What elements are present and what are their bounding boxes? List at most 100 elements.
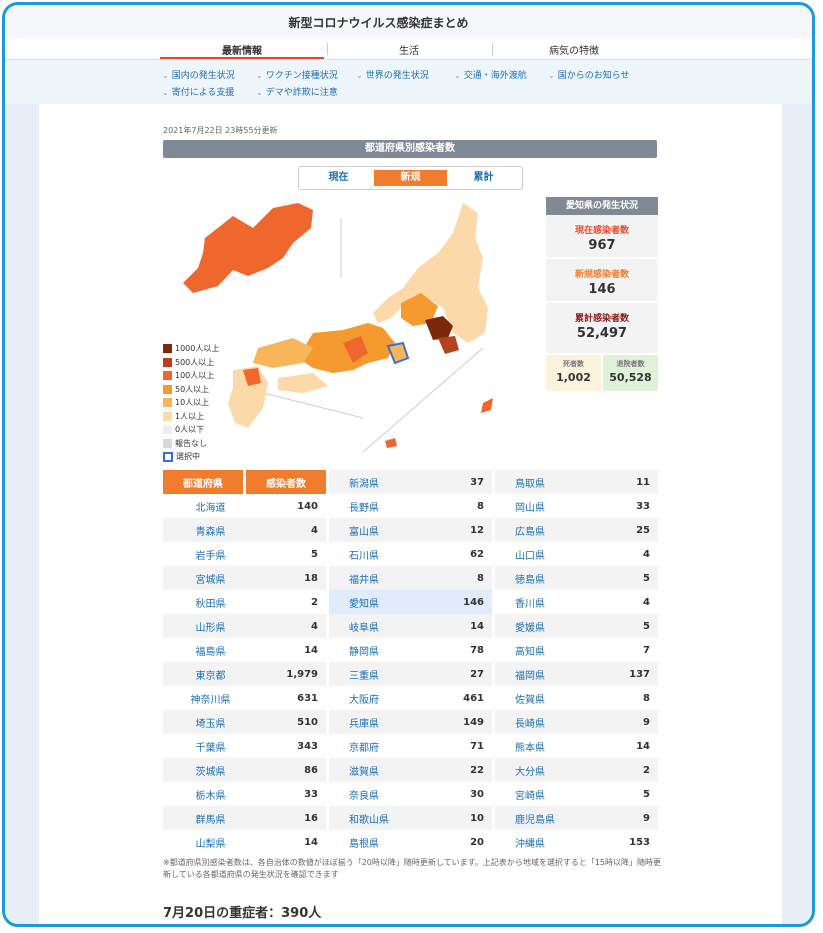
table-row[interactable]: 和歌山県 10 <box>329 806 492 830</box>
table-row[interactable]: 香川県 4 <box>495 590 658 614</box>
prefecture-name[interactable]: 奈良県 <box>329 787 424 802</box>
table-row[interactable]: 福井県 8 <box>329 566 492 590</box>
prefecture-name[interactable]: 福井県 <box>329 571 424 586</box>
sub-nav-travel[interactable]: ⌄ 交通・海外渡航 <box>454 68 527 81</box>
prefecture-name[interactable]: 広島県 <box>495 523 590 538</box>
prefecture-name[interactable]: 三重県 <box>329 667 424 682</box>
table-row[interactable]: 群馬県 16 <box>163 806 326 830</box>
table-row[interactable]: 鳥取県 11 <box>495 470 658 494</box>
prefecture-name[interactable]: 岐阜県 <box>329 619 424 634</box>
table-row[interactable]: 島根県 20 <box>329 830 492 854</box>
table-row[interactable]: 北海道 140 <box>163 494 326 518</box>
table-row[interactable]: 岩手県 5 <box>163 542 326 566</box>
table-row[interactable]: 千葉県 343 <box>163 734 326 758</box>
table-row[interactable]: 富山県 12 <box>329 518 492 542</box>
table-row[interactable]: 兵庫県 149 <box>329 710 492 734</box>
table-row[interactable]: 徳島県 5 <box>495 566 658 590</box>
table-row[interactable]: 滋賀県 22 <box>329 758 492 782</box>
table-row[interactable]: 岡山県 33 <box>495 494 658 518</box>
prefecture-name[interactable]: 滋賀県 <box>329 763 424 778</box>
table-row[interactable]: 岐阜県 14 <box>329 614 492 638</box>
prefecture-name[interactable]: 新潟県 <box>329 475 424 490</box>
prefecture-name[interactable]: 福岡県 <box>495 667 590 682</box>
prefecture-name[interactable]: 千葉県 <box>163 739 258 754</box>
table-row[interactable]: 栃木県 33 <box>163 782 326 806</box>
prefecture-name[interactable]: 山梨県 <box>163 835 258 850</box>
prefecture-name[interactable]: 山形県 <box>163 619 258 634</box>
prefecture-name[interactable]: 埼玉県 <box>163 715 258 730</box>
prefecture-name[interactable]: 鹿児島県 <box>495 811 590 826</box>
sub-nav-domestic[interactable]: ⌄ 国内の発生状況 <box>162 68 235 81</box>
prefecture-name[interactable]: 長野県 <box>329 499 424 514</box>
prefecture-name[interactable]: 大阪府 <box>329 691 424 706</box>
table-row[interactable]: 長野県 8 <box>329 494 492 518</box>
table-row[interactable]: 福岡県 137 <box>495 662 658 686</box>
prefecture-name[interactable]: 福島県 <box>163 643 258 658</box>
prefecture-name[interactable]: 香川県 <box>495 595 590 610</box>
prefecture-name[interactable]: 北海道 <box>163 499 258 514</box>
toggle-new[interactable]: 新規 <box>374 170 447 186</box>
sub-nav-donation[interactable]: ⌄ 寄付による支援 <box>162 85 234 98</box>
toggle-current[interactable]: 現在 <box>301 170 376 186</box>
map-aichi[interactable] <box>386 341 410 365</box>
prefecture-name[interactable]: 富山県 <box>329 523 424 538</box>
tab-disease-features[interactable]: 病気の特徴 <box>492 42 656 57</box>
table-row[interactable]: 東京都 1,979 <box>163 662 326 686</box>
table-row[interactable]: 秋田県 2 <box>163 590 326 614</box>
table-row[interactable]: 石川県 62 <box>329 542 492 566</box>
table-row[interactable]: 熊本県 14 <box>495 734 658 758</box>
prefecture-name[interactable]: 島根県 <box>329 835 424 850</box>
sub-nav-fraud[interactable]: ⌄ デマや詐欺に注意 <box>256 85 338 98</box>
table-row[interactable]: 静岡県 78 <box>329 638 492 662</box>
prefecture-name[interactable]: 静岡県 <box>329 643 424 658</box>
prefecture-name[interactable]: 岩手県 <box>163 547 258 562</box>
table-row[interactable]: 広島県 25 <box>495 518 658 542</box>
prefecture-name[interactable]: 栃木県 <box>163 787 258 802</box>
prefecture-name[interactable]: 兵庫県 <box>329 715 424 730</box>
prefecture-name[interactable]: 長崎県 <box>495 715 590 730</box>
table-row[interactable]: 大阪府 461 <box>329 686 492 710</box>
table-row[interactable]: 長崎県 9 <box>495 710 658 734</box>
prefecture-name[interactable]: 茨城県 <box>163 763 258 778</box>
tab-life[interactable]: 生活 <box>327 42 491 57</box>
tab-latest[interactable]: 最新情報 <box>160 42 324 59</box>
table-row[interactable]: 鹿児島県 9 <box>495 806 658 830</box>
prefecture-name[interactable]: 熊本県 <box>495 739 590 754</box>
prefecture-name[interactable]: 高知県 <box>495 643 590 658</box>
map-okinawa-islands[interactable] <box>385 438 397 448</box>
table-row[interactable]: 山梨県 14 <box>163 830 326 854</box>
table-row[interactable]: 福島県 14 <box>163 638 326 662</box>
map-okinawa[interactable] <box>481 398 493 413</box>
table-row[interactable]: 佐賀県 8 <box>495 686 658 710</box>
prefecture-name[interactable]: 愛媛県 <box>495 619 590 634</box>
prefecture-name[interactable]: 山口県 <box>495 547 590 562</box>
map-kanagawa[interactable] <box>438 336 459 354</box>
table-row[interactable]: 沖縄県 153 <box>495 830 658 854</box>
sub-nav-vaccine[interactable]: ⌄ ワクチン接種状況 <box>256 68 338 81</box>
prefecture-name[interactable]: 佐賀県 <box>495 691 590 706</box>
prefecture-name[interactable]: 和歌山県 <box>329 811 424 826</box>
table-row[interactable]: 愛媛県 5 <box>495 614 658 638</box>
table-row[interactable]: 愛知県 146 <box>329 590 492 614</box>
prefecture-name[interactable]: 徳島県 <box>495 571 590 586</box>
prefecture-name[interactable]: 石川県 <box>329 547 424 562</box>
map-chugoku[interactable] <box>253 338 313 368</box>
table-row[interactable]: 奈良県 30 <box>329 782 492 806</box>
prefecture-name[interactable]: 愛知県 <box>329 595 424 610</box>
prefecture-name[interactable]: 宮崎県 <box>495 787 590 802</box>
prefecture-name[interactable]: 東京都 <box>163 667 258 682</box>
table-row[interactable]: 大分県 2 <box>495 758 658 782</box>
map-hokkaido[interactable] <box>183 203 313 293</box>
table-row[interactable]: 山形県 4 <box>163 614 326 638</box>
table-row[interactable]: 神奈川県 631 <box>163 686 326 710</box>
table-row[interactable]: 埼玉県 510 <box>163 710 326 734</box>
table-row[interactable]: 青森県 4 <box>163 518 326 542</box>
table-row[interactable]: 京都府 71 <box>329 734 492 758</box>
table-row[interactable]: 宮城県 18 <box>163 566 326 590</box>
sub-nav-world[interactable]: ⌄ 世界の発生状況 <box>356 68 429 81</box>
toggle-total[interactable]: 累計 <box>447 170 520 186</box>
prefecture-name[interactable]: 秋田県 <box>163 595 258 610</box>
prefecture-name[interactable]: 沖縄県 <box>495 835 590 850</box>
table-row[interactable]: 新潟県 37 <box>329 470 492 494</box>
prefecture-name[interactable]: 岡山県 <box>495 499 590 514</box>
